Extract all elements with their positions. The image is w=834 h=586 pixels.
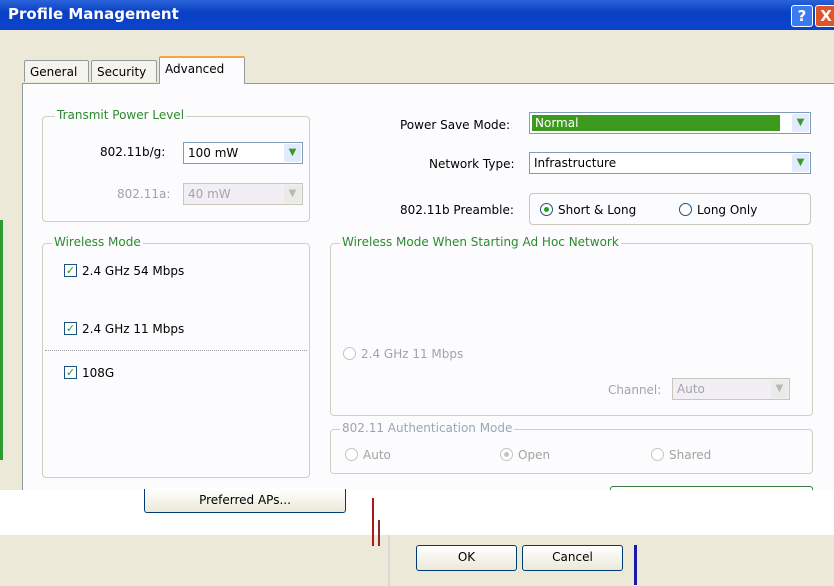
divider — [45, 350, 307, 351]
auth-auto-label: Auto — [363, 448, 391, 462]
preamble-long-only-radio[interactable] — [679, 203, 692, 216]
bottom-strip — [0, 490, 834, 535]
a-power-select[interactable]: 40 mW ▼ — [183, 183, 303, 205]
tab-general[interactable]: General — [24, 60, 89, 82]
power-save-select[interactable]: Normal ▼ — [529, 112, 811, 134]
auth-open-radio[interactable] — [500, 448, 513, 461]
adhoc-11mbps-label: 2.4 GHz 11 Mbps — [361, 347, 464, 361]
render-artifact — [378, 520, 380, 546]
help-icon[interactable]: ? — [791, 5, 813, 27]
preamble-label: 802.11b Preamble: — [400, 203, 514, 217]
ok-button[interactable]: OK — [416, 545, 517, 571]
bg-power-select[interactable]: 100 mW ▼ — [183, 142, 303, 164]
auth-open-label: Open — [518, 448, 551, 462]
mode-54mbps-label: 2.4 GHz 54 Mbps — [82, 264, 185, 278]
wireless-mode-group — [42, 243, 310, 478]
checkmark-icon[interactable]: ✓ — [64, 264, 77, 277]
render-artifact — [372, 498, 374, 546]
window-edge — [0, 220, 3, 460]
checkmark-icon[interactable]: ✓ — [64, 322, 77, 335]
channel-select[interactable]: Auto ▼ — [672, 378, 790, 400]
preamble-long-only-label: Long Only — [697, 203, 758, 217]
tab-security[interactable]: Security — [91, 60, 157, 82]
chevron-down-icon: ▼ — [284, 185, 301, 203]
mode-11mbps-label: 2.4 GHz 11 Mbps — [82, 322, 185, 336]
wireless-mode-group-label: Wireless Mode — [52, 235, 143, 249]
chevron-down-icon[interactable]: ▼ — [792, 154, 809, 172]
network-type-select[interactable]: Infrastructure ▼ — [529, 152, 811, 174]
auth-shared-label: Shared — [669, 448, 712, 462]
auth-shared-radio[interactable] — [651, 448, 664, 461]
a-power-value: 40 mW — [188, 187, 231, 201]
auth-mode-group — [330, 429, 813, 474]
bg-power-label: 802.11b/g: — [100, 145, 166, 159]
close-icon[interactable]: X — [815, 5, 834, 27]
bg-power-value: 100 mW — [188, 146, 239, 160]
chevron-down-icon: ▼ — [771, 380, 788, 398]
auth-auto-radio[interactable] — [345, 448, 358, 461]
transmit-power-group — [42, 116, 310, 222]
transmit-power-group-label: Transmit Power Level — [55, 108, 187, 122]
adhoc-11mbps-radio[interactable] — [343, 347, 356, 360]
network-type-value: Infrastructure — [534, 156, 617, 170]
render-artifact — [634, 545, 637, 585]
window-title: Profile Management — [8, 5, 179, 23]
channel-value: Auto — [677, 382, 705, 396]
preferred-aps-button[interactable]: Preferred APs... — [144, 489, 346, 513]
adhoc-mode-group-label: Wireless Mode When Starting Ad Hoc Netwo… — [340, 235, 621, 249]
render-artifact — [388, 535, 390, 586]
checkmark-icon[interactable]: ✓ — [64, 366, 77, 379]
a-power-label: 802.11a: — [117, 187, 171, 201]
network-type-label: Network Type: — [429, 157, 515, 171]
tab-advanced[interactable]: Advanced — [159, 56, 245, 84]
preamble-short-long-radio[interactable] — [540, 203, 553, 216]
auth-mode-group-label: 802.11 Authentication Mode — [340, 421, 515, 435]
power-save-value: Normal — [535, 116, 579, 130]
power-save-label: Power Save Mode: — [400, 118, 511, 132]
chevron-down-icon[interactable]: ▼ — [284, 144, 301, 162]
channel-label: Channel: — [608, 383, 662, 397]
preamble-short-long-label: Short & Long — [558, 203, 637, 217]
cancel-button[interactable]: Cancel — [522, 545, 623, 571]
chevron-down-icon[interactable]: ▼ — [792, 114, 809, 132]
mode-108g-label: 108G — [82, 366, 115, 380]
